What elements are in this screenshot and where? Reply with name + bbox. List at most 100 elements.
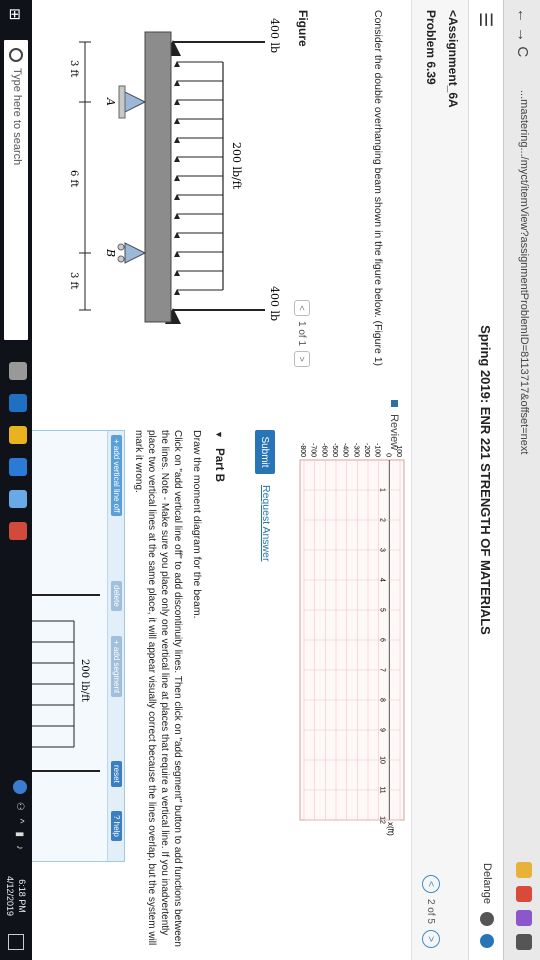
user-icon[interactable]: [480, 912, 494, 926]
drawing-toolbar: + add vertical line off delete + add seg…: [107, 431, 124, 861]
extension-icon[interactable]: [516, 886, 532, 902]
browser-url-bar: ← → C ...mastering.../myct/itemView?assi…: [503, 0, 540, 960]
dimension-label-3: 3 ft: [68, 272, 79, 289]
collapse-triangle-icon: ▼: [214, 430, 224, 439]
task-view-icon[interactable]: [9, 362, 27, 380]
graph-x-tick-label: 9: [378, 728, 385, 732]
prev-problem-button[interactable]: <: [422, 874, 440, 893]
graph-x-tick-label: 2: [378, 518, 385, 522]
dimension-label-2: 6 ft: [68, 170, 79, 187]
graph-y-tick-label: 100: [395, 445, 402, 457]
clock-time: 6:18 PM: [17, 879, 27, 913]
graph-y-tick-label: -600: [320, 443, 327, 457]
browser-nav-buttons[interactable]: ← → C: [514, 8, 531, 57]
graph-x-tick-label: 11: [378, 786, 385, 793]
support-b: [117, 242, 147, 264]
taskbar-search-placeholder: Type here to search: [11, 68, 23, 166]
taskbar-clock[interactable]: 6:18 PM 4/12/2019: [4, 876, 28, 916]
cortana-icon[interactable]: [13, 779, 27, 794]
help-button[interactable]: ? help: [111, 811, 122, 841]
add-segment-button[interactable]: + add segment: [111, 636, 122, 698]
tray-overflow-icon[interactable]: ^: [15, 819, 26, 824]
dimension-label-1: 3 ft: [68, 60, 79, 77]
graph-y-tick-label: -500: [331, 443, 338, 457]
back-to-assignment-link[interactable]: <Assignment_6A: [446, 10, 460, 108]
moment-diagram-graph[interactable]: 1000-100-200-300-400-500-600-700-800 123…: [288, 430, 408, 850]
beam: [144, 31, 172, 323]
people-icon[interactable]: ⚇: [15, 802, 26, 811]
assignment-bar: <Assignment_6A Problem 6.39 < 2 of 5 >: [411, 0, 468, 960]
graph-x-tick-label: 7: [378, 668, 385, 672]
load-right-label: 400 lb: [268, 286, 281, 321]
support-a-label: A: [104, 97, 117, 106]
graph-y-tick-label: -300: [352, 443, 359, 457]
course-title: Spring 2019: ENR 221 STRENGTH OF MATERIA…: [478, 325, 493, 635]
figure-prev-button[interactable]: <: [294, 300, 310, 316]
mail-icon[interactable]: [9, 490, 27, 508]
graph-axis-label: x(ft): [386, 822, 395, 836]
bookmark-star-icon[interactable]: [516, 862, 532, 878]
delete-button[interactable]: delete: [111, 581, 122, 611]
taskbar-apps: [9, 362, 27, 540]
part-b-header[interactable]: ▼ Part B: [213, 430, 225, 482]
support-a: [118, 85, 147, 119]
extension-icon[interactable]: [516, 910, 532, 926]
part-b-instruction: Draw the moment diagram for the beam.: [191, 430, 203, 619]
graph-x-tick-label: 12: [378, 816, 385, 824]
user-name[interactable]: Delange: [481, 863, 493, 904]
file-explorer-icon[interactable]: [9, 426, 27, 444]
network-icon[interactable]: ▮: [15, 831, 26, 837]
part-b-directions: Click on "add vertical line off" to add …: [133, 430, 183, 947]
pager-text: 2 of 5: [425, 898, 437, 924]
graph-y-tick-label: -700: [310, 443, 317, 457]
graph-x-tick-label: 5: [378, 608, 385, 612]
url-text[interactable]: ...mastering.../myct/itemView?assignment…: [518, 90, 530, 454]
graph-x-tick-label: 3: [378, 548, 385, 552]
request-answer-link[interactable]: Request Answer: [260, 485, 272, 561]
store-icon[interactable]: [9, 458, 27, 476]
distributed-load-arrows: [174, 61, 224, 295]
review-icon: [391, 400, 398, 407]
menu-dots-icon[interactable]: [516, 934, 532, 950]
beam-figure: 400 lb 400 lb 200 lb/ft A B 3 ft 6 ft 3 …: [68, 18, 281, 324]
figure-next-button[interactable]: >: [294, 351, 310, 368]
browser-extensions: [516, 862, 532, 950]
notification-center-icon[interactable]: [8, 934, 24, 950]
distributed-load-label: 200 lb/ft: [230, 142, 243, 190]
search-icon: [9, 48, 23, 62]
graph-x-tick-label: 1: [378, 488, 385, 492]
windows-start-icon[interactable]: ⊞: [6, 8, 24, 21]
help-icon[interactable]: [480, 934, 494, 948]
chrome-browser-icon[interactable]: [9, 522, 27, 540]
problem-statement: Consider the double overhanging beam sho…: [372, 10, 384, 367]
system-tray: ⚇ ^ ▮ ♪: [13, 779, 27, 850]
graph-y-tick-label: -800: [299, 443, 306, 457]
course-header: ☰ Spring 2019: ENR 221 STRENGTH OF MATER…: [468, 0, 503, 960]
submit-button[interactable]: Submit: [255, 430, 275, 474]
add-vertical-line-button[interactable]: + add vertical line off: [111, 435, 122, 517]
graph-x-tick-label: 6: [378, 638, 385, 642]
dimension-lines: [79, 41, 91, 311]
support-b-label: B: [104, 248, 117, 257]
photo-stage: hp ← → C ...mastering.../myct/itemView?a…: [0, 0, 540, 960]
laptop-screen: ← → C ...mastering.../myct/itemView?assi…: [0, 0, 540, 960]
windows-taskbar: ⊞ Type here to search ⚇ ^ ▮ ♪ 6:18 PM 4/…: [0, 0, 32, 960]
clock-date: 4/12/2019: [5, 875, 15, 916]
graph-x-tick-label: 10: [378, 756, 385, 764]
edge-browser-icon[interactable]: [9, 394, 27, 412]
volume-icon[interactable]: ♪: [15, 845, 26, 850]
graph-y-tick-label: -100: [374, 443, 381, 457]
graph-y-ticks: 100 0-100 -200 -300-400 -500 -600-700 -800: [299, 443, 402, 457]
problem-title: Problem 6.39: [424, 10, 438, 85]
figure-label: Figure: [296, 10, 310, 47]
figure-nav-text: 1 of 1: [296, 321, 308, 347]
problem-pager: < 2 of 5 >: [422, 874, 440, 948]
graph-y-tick-label: -200: [363, 443, 370, 457]
figure-nav: < 1 of 1 >: [294, 300, 310, 368]
reset-button[interactable]: reset: [111, 761, 122, 787]
graph-y-tick-label: -400: [342, 443, 349, 457]
graph-x-tick-label: 8: [378, 698, 385, 702]
load-left-label: 400 lb: [268, 18, 281, 53]
tool-distributed-label: 200 lb/ft: [79, 659, 90, 702]
next-problem-button[interactable]: >: [422, 930, 440, 948]
